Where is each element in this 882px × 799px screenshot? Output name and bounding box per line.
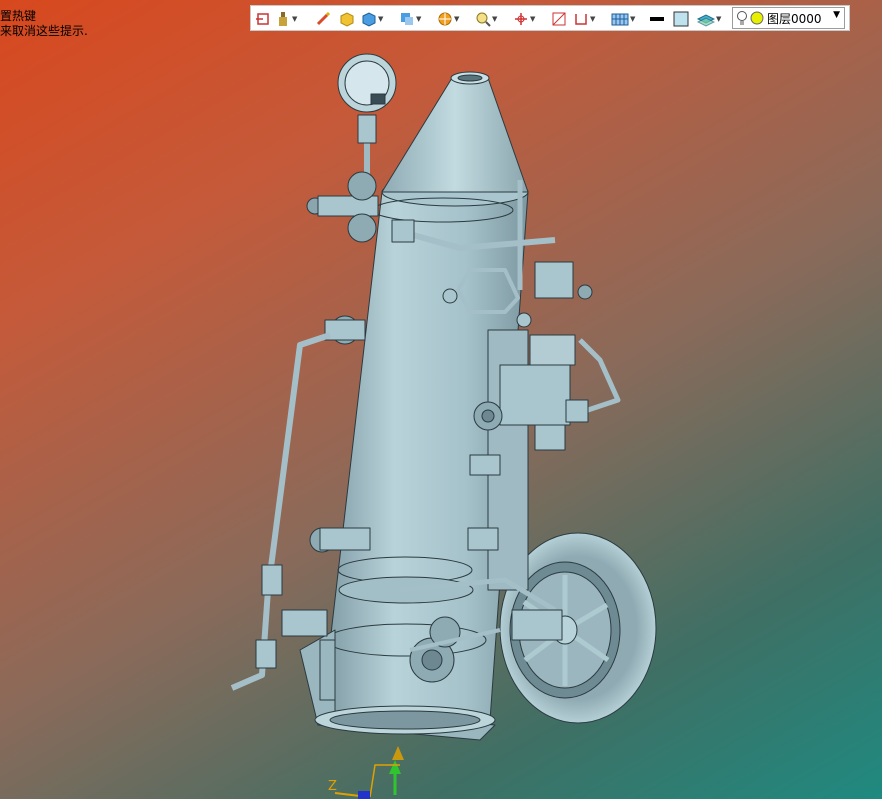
- steam-engine-model[interactable]: [0, 0, 882, 799]
- pencil-icon[interactable]: [315, 10, 331, 28]
- zoom-fit-icon[interactable]: ▼: [475, 10, 497, 28]
- chevron-down-icon[interactable]: ▼: [292, 15, 297, 23]
- lightbulb-icon[interactable]: [736, 10, 748, 26]
- chevron-down-icon[interactable]: ▼: [454, 15, 459, 23]
- 3d-viewport[interactable]: 置热键 来取消这些提示. Z ▼ ▼ ▼ ▼ ▼ ▼ ▼ ▼ ▼ 图层0000 …: [0, 0, 882, 799]
- layer-select[interactable]: 图层0000 ▼: [732, 7, 845, 29]
- paint-bucket-icon[interactable]: ▼: [275, 10, 297, 28]
- grid-display-icon[interactable]: ▼: [611, 10, 635, 28]
- layer-name: 图层0000: [767, 11, 822, 26]
- chevron-down-icon[interactable]: ▼: [416, 15, 421, 23]
- cube-view-icon[interactable]: ▼: [361, 10, 383, 28]
- chevron-down-icon[interactable]: ▼: [530, 15, 535, 23]
- axis-triad: [334, 746, 404, 799]
- top-toolbar: ▼ ▼ ▼ ▼ ▼ ▼ ▼ ▼ ▼ 图层0000 ▼: [250, 5, 850, 31]
- line-color-icon[interactable]: [649, 10, 665, 28]
- axis-snap-icon[interactable]: ▼: [513, 10, 535, 28]
- dimension-icon[interactable]: ▼: [573, 10, 595, 28]
- chevron-down-icon[interactable]: ▼: [630, 15, 635, 23]
- cube-shaded-icon[interactable]: [339, 10, 355, 28]
- render-style-icon[interactable]: ▼: [437, 10, 459, 28]
- layer-color-dot-icon: [750, 11, 764, 25]
- chevron-down-icon[interactable]: ▼: [378, 15, 383, 23]
- chevron-down-icon[interactable]: ▼: [492, 15, 497, 23]
- section-icon[interactable]: [551, 10, 567, 28]
- chevron-down-icon[interactable]: ▼: [590, 15, 595, 23]
- triad-z-label: Z: [328, 779, 337, 794]
- fill-color-icon[interactable]: [673, 10, 689, 28]
- entry-icon[interactable]: [255, 10, 271, 28]
- chevron-down-icon[interactable]: ▼: [833, 10, 840, 20]
- layer-stack-icon[interactable]: ▼: [697, 10, 721, 28]
- chevron-down-icon[interactable]: ▼: [716, 15, 721, 23]
- view-orient-icon[interactable]: ▼: [399, 10, 421, 28]
